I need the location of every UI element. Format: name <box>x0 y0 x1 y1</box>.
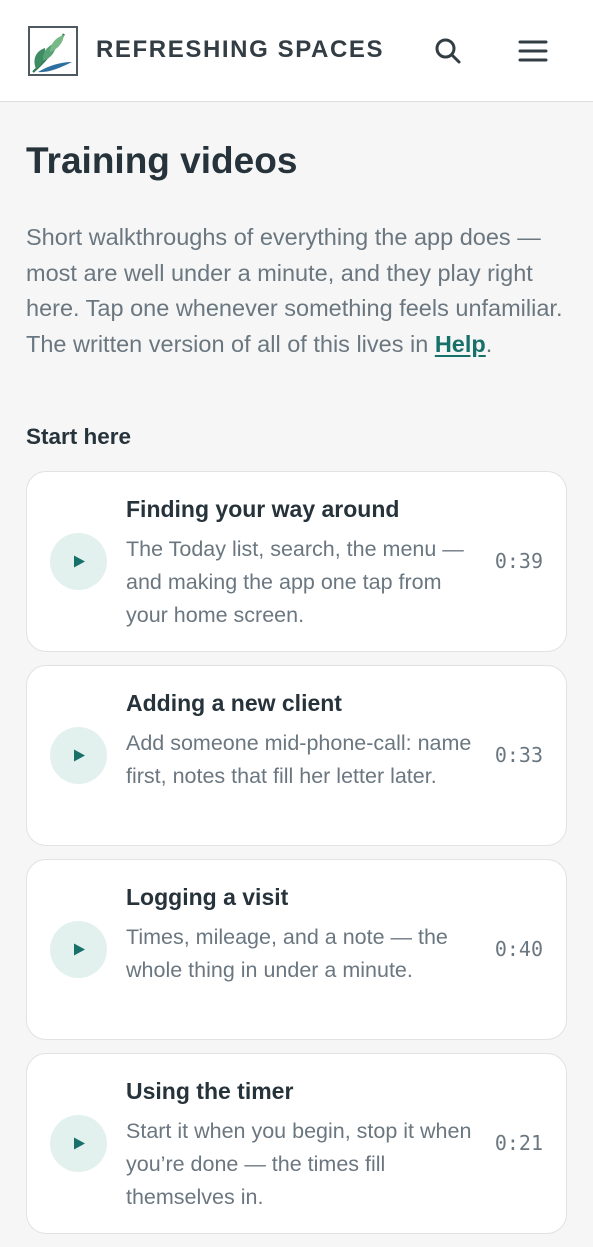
play-icon <box>74 555 85 568</box>
play-icon <box>74 749 85 762</box>
hamburger-menu-icon <box>518 40 548 62</box>
video-card[interactable]: Logging a visit Times, mileage, and a no… <box>26 859 567 1040</box>
video-description: The Today list, search, the menu — and m… <box>126 537 464 627</box>
help-link[interactable]: Help <box>435 331 486 357</box>
search-button[interactable] <box>432 35 464 67</box>
video-duration: 0:39 <box>494 549 543 573</box>
video-list: Finding your way around The Today list, … <box>26 471 567 1247</box>
video-title: Using the timer <box>126 1078 294 1104</box>
section-title: Start here <box>26 424 132 449</box>
intro-end: . <box>485 330 493 357</box>
video-title: Finding your way around <box>126 496 400 522</box>
page-title: Training videos <box>26 140 298 181</box>
search-icon <box>435 38 461 64</box>
video-card[interactable]: Adding a new client Add someone mid-phon… <box>26 665 567 846</box>
play-button[interactable] <box>50 1115 107 1172</box>
play-icon <box>74 1137 85 1150</box>
app-header: REFRESHING SPACES <box>0 0 593 102</box>
play-icon <box>74 943 85 956</box>
video-card[interactable]: Using the timer Start it when you begin,… <box>26 1053 567 1234</box>
video-duration: 0:40 <box>494 937 543 961</box>
menu-button[interactable] <box>517 35 549 67</box>
leaf-logo-icon[interactable] <box>28 26 78 76</box>
video-card[interactable]: Finding your way around The Today list, … <box>26 471 567 652</box>
brand-name: REFRESHING SPACES <box>96 36 385 63</box>
video-title: Logging a visit <box>126 884 289 910</box>
intro-text: Short walkthroughs of everything the app… <box>26 220 567 362</box>
video-description: Times, mileage, and a note — the whole t… <box>126 925 448 982</box>
video-description: Add someone mid-phone-call: name first, … <box>126 731 472 788</box>
video-description: Start it when you begin, stop it when yo… <box>126 1119 472 1209</box>
play-button[interactable] <box>50 921 107 978</box>
video-title: Adding a new client <box>126 690 342 716</box>
play-button[interactable] <box>50 533 107 590</box>
video-duration: 0:33 <box>494 743 543 767</box>
video-duration: 0:21 <box>494 1131 543 1155</box>
play-button[interactable] <box>50 727 107 784</box>
